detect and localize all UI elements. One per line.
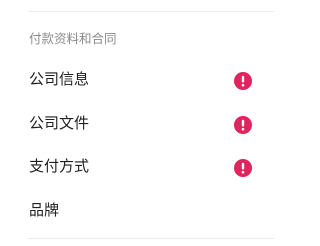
menu-item-label: 支付方式 [29, 157, 90, 175]
section-title: 付款资料和合同 [29, 31, 117, 46]
menu-item-label: 品牌 [29, 201, 60, 219]
menu-item-company-documents[interactable]: 公司文件 [0, 106, 286, 140]
settings-panel: 付款资料和合同 公司信息 公司文件 支付方式 品牌 [0, 0, 286, 246]
menu-item-label: 公司信息 [29, 70, 90, 88]
exclamation-circle-icon [234, 116, 252, 134]
exclamation-circle-icon [234, 72, 252, 90]
bottom-divider [28, 238, 274, 239]
exclamation-circle-icon [234, 159, 252, 177]
menu-item-company-info[interactable]: 公司信息 [0, 62, 286, 96]
menu-item-label: 公司文件 [29, 114, 90, 132]
top-divider [28, 11, 274, 12]
menu-item-brand[interactable]: 品牌 [0, 193, 286, 227]
menu-item-payment-method[interactable]: 支付方式 [0, 149, 286, 183]
